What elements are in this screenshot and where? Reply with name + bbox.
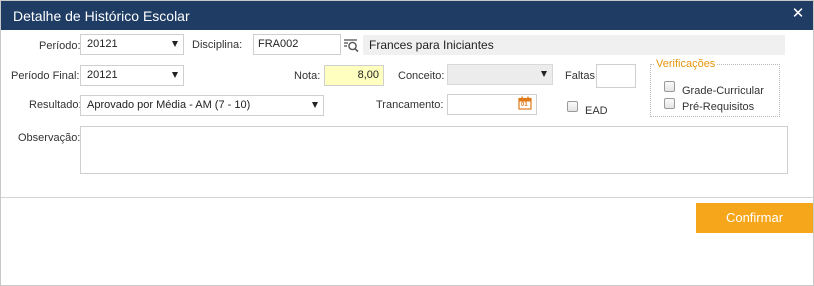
conceito-label: Conceito: [398, 70, 445, 82]
disciplina-name-text: Frances para Iniciantes [369, 38, 494, 52]
periodo-value: 20121 [87, 38, 118, 50]
faltas-label: Faltas: [565, 70, 599, 82]
disciplina-name: Frances para Iniciantes [363, 35, 785, 55]
calendar-icon[interactable]: 01 [518, 96, 532, 110]
resultado-label: Resultado: [29, 99, 82, 111]
chevron-down-icon [312, 102, 318, 108]
periodo-select[interactable]: 20121 [80, 34, 184, 55]
resultado-select[interactable]: Aprovado por Média - AM (7 - 10) [80, 95, 324, 116]
chevron-down-icon [172, 72, 178, 78]
dialog-title: Detalhe de Histórico Escolar [13, 8, 190, 24]
footer-divider [1, 197, 813, 198]
nota-input[interactable]: 8,00 [324, 65, 384, 86]
observacao-textarea[interactable] [80, 126, 788, 174]
nota-label: Nota: [294, 70, 321, 82]
nota-value: 8,00 [357, 69, 379, 81]
conceito-select[interactable] [447, 64, 553, 85]
grade-curricular-checkbox[interactable] [664, 81, 675, 92]
close-icon[interactable]: ✕ [791, 6, 805, 22]
calendar-day: 01 [521, 102, 528, 108]
periodo-label: Período: [39, 40, 81, 52]
verificacoes-legend: Verificações [654, 58, 718, 70]
periodo-final-value: 20121 [87, 69, 118, 81]
periodo-final-label: Período Final: [11, 70, 80, 82]
periodo-final-select[interactable]: 20121 [80, 65, 184, 86]
pre-requisitos-checkbox[interactable] [664, 98, 675, 109]
dialog-titlebar: Detalhe de Histórico Escolar ✕ [1, 1, 813, 30]
ead-checkbox[interactable] [567, 101, 578, 112]
observacao-label: Observação: [18, 132, 81, 144]
historico-dialog: Detalhe de Histórico Escolar ✕ Período: … [0, 0, 814, 286]
pre-requisitos-label: Pré-Requisitos [682, 101, 755, 113]
trancamento-label: Trancamento: [376, 99, 444, 111]
grade-curricular-label: Grade-Curricular [682, 85, 764, 97]
faltas-input[interactable] [596, 64, 636, 88]
search-list-icon[interactable] [342, 36, 360, 54]
disciplina-code-value: FRA002 [258, 38, 299, 50]
ead-label: EAD [585, 105, 608, 117]
chevron-down-icon [541, 71, 547, 77]
chevron-down-icon [172, 41, 178, 47]
disciplina-label: Disciplina: [192, 39, 243, 51]
confirm-button[interactable]: Confirmar [696, 203, 813, 233]
disciplina-code-input[interactable]: FRA002 [253, 34, 341, 55]
resultado-value: Aprovado por Média - AM (7 - 10) [87, 99, 251, 111]
